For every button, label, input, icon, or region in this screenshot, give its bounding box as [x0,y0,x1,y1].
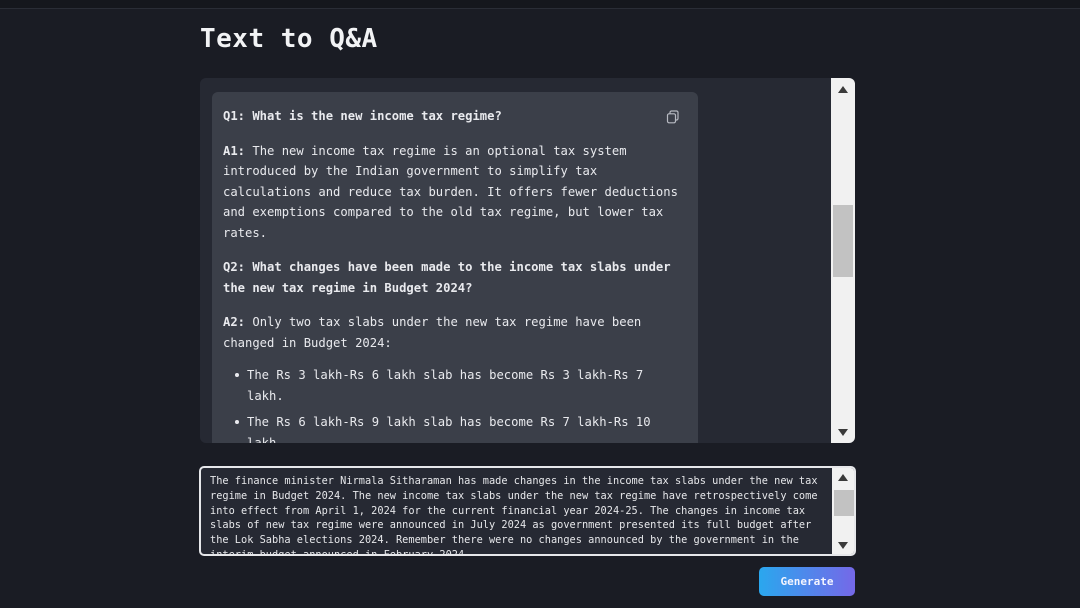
input-scrollbar-thumb[interactable] [834,490,854,516]
answer-2-list: The Rs 3 lakh-Rs 6 lakh slab has become … [235,365,686,443]
answer-1-text: The new income tax regime is an optional… [223,143,678,240]
answer-2: A2: Only two tax slabs under the new tax… [223,312,686,353]
list-item: The Rs 3 lakh-Rs 6 lakh slab has become … [235,365,686,406]
page-title: Text to Q&A [200,24,378,54]
copy-icon[interactable] [666,110,680,124]
answer-2-text: Only two tax slabs under the new tax reg… [223,315,642,350]
scroll-down-arrow-icon[interactable] [832,536,854,554]
answer-1-label: A1: [223,143,246,158]
answer-2-label: A2: [223,315,246,329]
scroll-up-arrow-icon[interactable] [831,78,855,100]
output-scrollbar-thumb[interactable] [833,204,853,277]
answer-1: A1: The new income tax regime is an opti… [223,141,686,244]
generate-button[interactable]: Generate [759,567,855,596]
input-textarea[interactable]: The finance minister Nirmala Sitharaman … [199,466,856,556]
scroll-up-arrow-icon[interactable] [832,468,854,486]
list-item: The Rs 6 lakh-Rs 9 lakh slab has become … [235,412,686,443]
input-scrollbar[interactable] [832,468,854,554]
input-text[interactable]: The finance minister Nirmala Sitharaman … [210,474,825,554]
top-bar [0,0,1080,9]
output-scrollbar[interactable] [831,78,855,443]
question-1: Q1: What is the new income tax regime? [223,109,502,123]
scroll-down-arrow-icon[interactable] [831,421,855,443]
output-panel: Q1: What is the new income tax regime? A… [200,78,855,443]
qa-output-card: Q1: What is the new income tax regime? A… [212,92,698,443]
question-2: Q2: What changes have been made to the i… [223,260,671,295]
